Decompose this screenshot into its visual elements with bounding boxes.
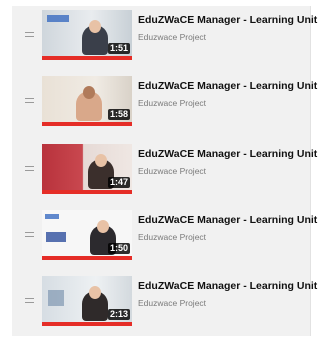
channel-name[interactable]: Eduzwace Project — [138, 32, 206, 42]
video-thumbnail[interactable]: 1:50 — [42, 210, 132, 260]
drag-handle-icon[interactable] — [25, 98, 34, 104]
watch-progress-bar — [42, 56, 132, 60]
drag-handle-icon[interactable] — [25, 32, 34, 38]
duration-badge: 1:47 — [107, 177, 130, 188]
duration-badge: 1:58 — [107, 109, 130, 120]
drag-handle-icon[interactable] — [25, 232, 34, 238]
video-title[interactable]: EduZWaCE Manager - Learning Unit 3 — [138, 148, 320, 160]
playlist-item[interactable]: 1:47 EduZWaCE Manager - Learning Unit 3 … — [12, 140, 320, 200]
watch-progress-bar — [42, 122, 132, 126]
channel-name[interactable]: Eduzwace Project — [138, 232, 206, 242]
video-title[interactable]: EduZWaCE Manager - Learning Unit 4 — [138, 214, 320, 226]
video-thumbnail[interactable]: 2:13 — [42, 276, 132, 326]
watch-progress-bar — [42, 190, 132, 194]
drag-handle-icon[interactable] — [25, 298, 34, 304]
watch-progress-bar — [42, 322, 132, 326]
playlist-item[interactable]: 1:58 EduZWaCE Manager - Learning Unit 2 … — [12, 72, 320, 132]
watch-progress-bar — [42, 256, 132, 260]
video-title[interactable]: EduZWaCE Manager - Learning Unit 5 — [138, 280, 320, 292]
playlist-item[interactable]: 1:51 EduZWaCE Manager - Learning Unit 1 … — [12, 6, 320, 66]
channel-name[interactable]: Eduzwace Project — [138, 98, 206, 108]
video-thumbnail[interactable]: 1:47 — [42, 144, 132, 194]
playlist-item[interactable]: 2:13 EduZWaCE Manager - Learning Unit 5 … — [12, 272, 320, 332]
video-thumbnail[interactable]: 1:51 — [42, 10, 132, 60]
playlist-item[interactable]: 1:50 EduZWaCE Manager - Learning Unit 4 … — [12, 206, 320, 266]
duration-badge: 2:13 — [107, 309, 130, 320]
channel-name[interactable]: Eduzwace Project — [138, 166, 206, 176]
drag-handle-icon[interactable] — [25, 166, 34, 172]
channel-name[interactable]: Eduzwace Project — [138, 298, 206, 308]
duration-badge: 1:51 — [107, 43, 130, 54]
video-thumbnail[interactable]: 1:58 — [42, 76, 132, 126]
video-title[interactable]: EduZWaCE Manager - Learning Unit 1 — [138, 14, 320, 26]
duration-badge: 1:50 — [107, 243, 130, 254]
video-title[interactable]: EduZWaCE Manager - Learning Unit 2 — [138, 80, 320, 92]
